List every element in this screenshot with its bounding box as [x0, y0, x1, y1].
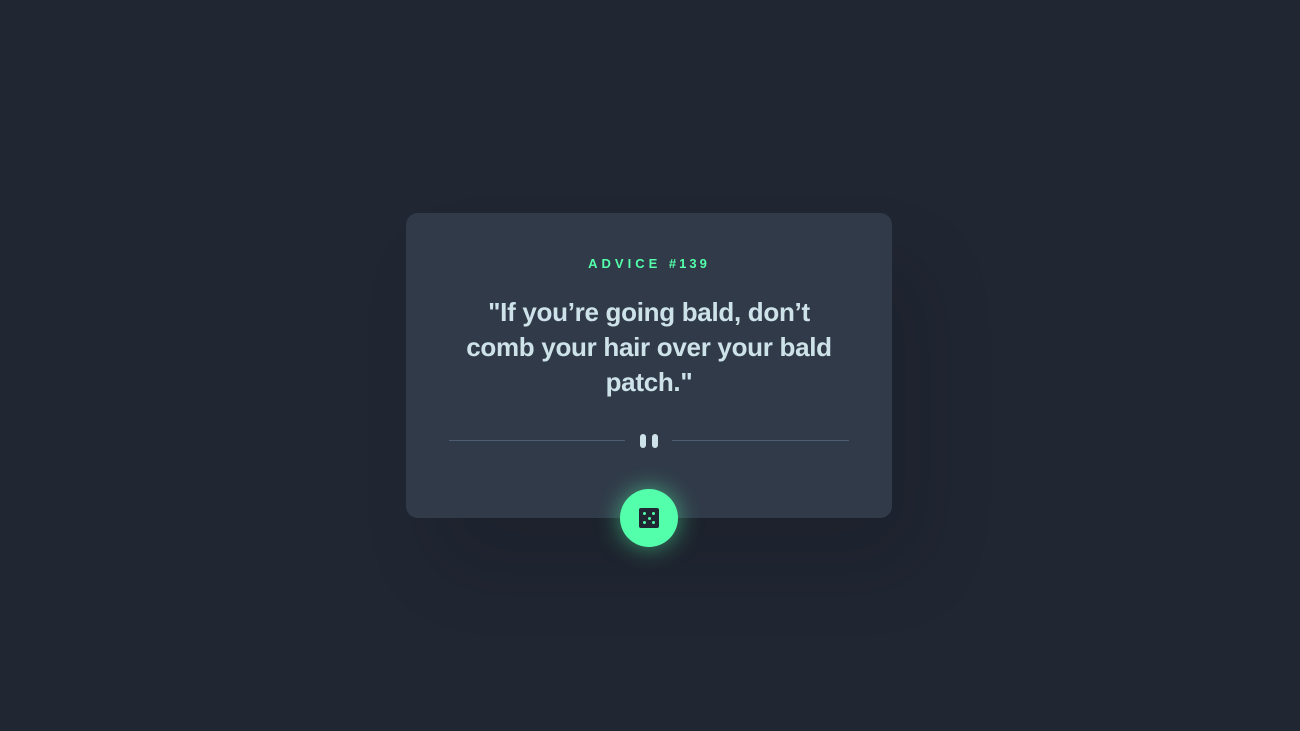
advice-quote: "If you’re going bald, don’t comb your h…: [466, 297, 832, 397]
new-advice-button[interactable]: [620, 489, 678, 547]
advice-heading: ADVICE #139: [406, 256, 892, 272]
advice-label: ADVICE: [588, 256, 662, 271]
divider-line-left: [449, 440, 625, 441]
dice-icon: [639, 508, 659, 528]
pause-icon: [640, 434, 658, 448]
page: ADVICE #139 "If you’re going bald, don’t…: [0, 0, 1300, 731]
divider-line-right: [672, 440, 849, 441]
advice-card: ADVICE #139 "If you’re going bald, don’t…: [406, 213, 892, 518]
advice-number: #139: [668, 256, 710, 271]
pattern-divider: [449, 433, 849, 449]
